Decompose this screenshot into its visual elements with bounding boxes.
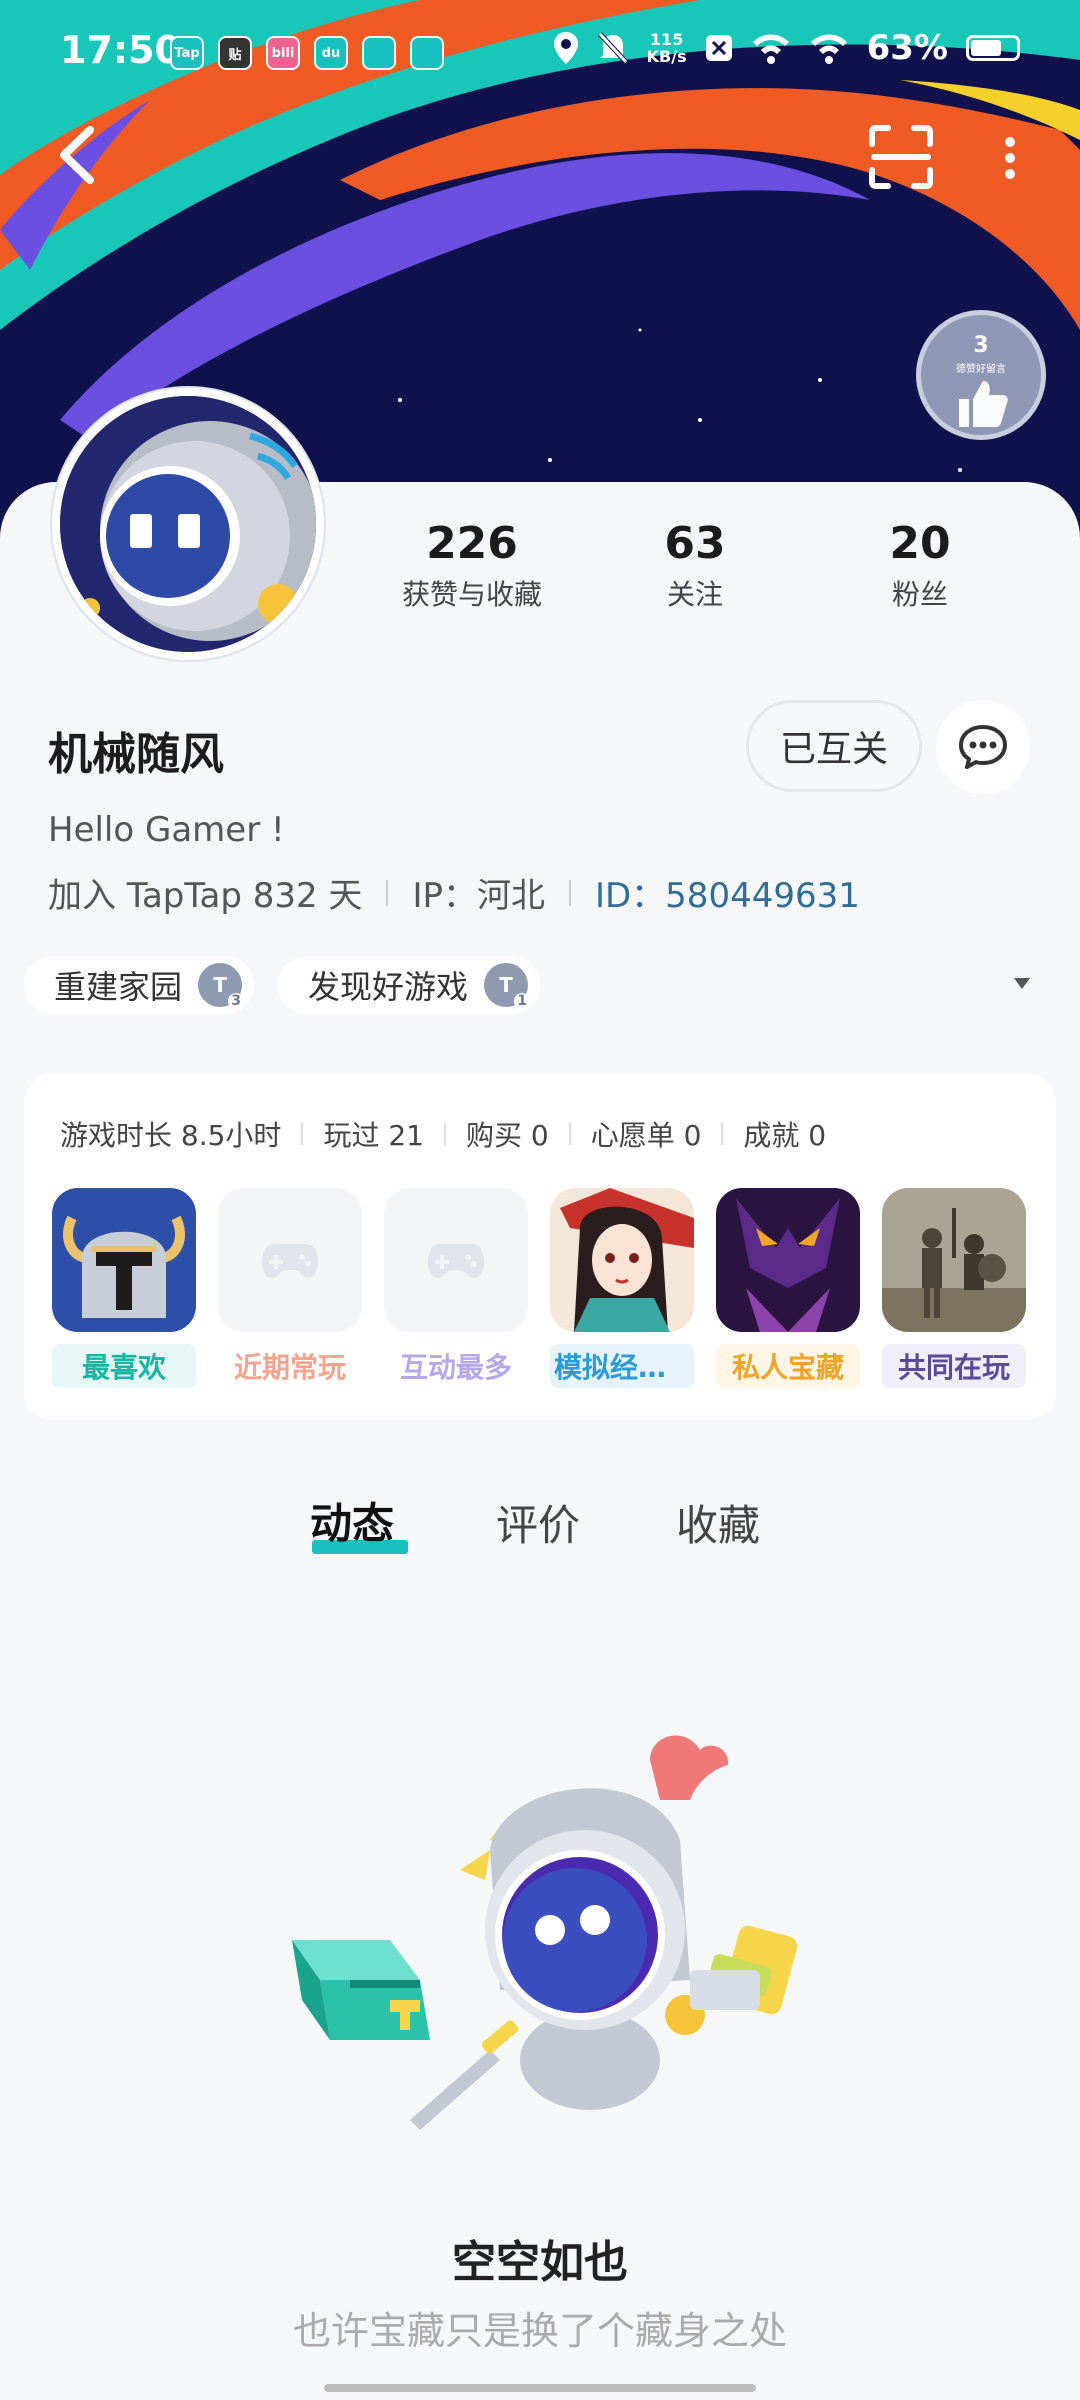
browser-icon bbox=[410, 36, 444, 70]
gamepad-placeholder-icon bbox=[218, 1188, 362, 1332]
wifi-calling-icon bbox=[752, 34, 789, 64]
medal-caption: 德赞好留言 bbox=[956, 364, 1006, 375]
more-options-button[interactable] bbox=[990, 128, 1030, 188]
back-button[interactable] bbox=[48, 120, 108, 190]
wishlist-count[interactable]: 心愿单 0 bbox=[591, 1114, 702, 1154]
username: 机械随风 bbox=[48, 729, 224, 780]
play-time[interactable]: 游戏时长 8.5小时 bbox=[60, 1114, 281, 1154]
status-indicators: 115 KB/s 63% bbox=[553, 28, 1020, 68]
expand-tags-icon[interactable] bbox=[1014, 978, 1030, 989]
purchased-count[interactable]: 购买 0 bbox=[466, 1114, 549, 1154]
knight-helmet-game-icon bbox=[52, 1188, 196, 1332]
location-icon bbox=[553, 32, 578, 64]
achievement-medal[interactable]: 3 德赞好留言 bbox=[916, 310, 1046, 440]
gallery-icon bbox=[362, 36, 396, 70]
status-app-icons: Tap 贴 bili du bbox=[170, 36, 444, 70]
divider bbox=[721, 1123, 724, 1145]
battery-icon bbox=[966, 35, 1020, 61]
chat-bubble-icon bbox=[959, 725, 1007, 769]
avatar-robot-icon bbox=[60, 396, 316, 652]
joined-days: 加入 TapTap 832 天 bbox=[48, 876, 363, 916]
user-id[interactable]: ID：580449631 bbox=[595, 868, 860, 917]
ip-location: IP：河北 bbox=[412, 876, 545, 916]
game-sim-management[interactable]: 模拟经营… bbox=[550, 1188, 694, 1388]
taptap-level-badge-icon: T1 bbox=[484, 963, 531, 1009]
scan-button[interactable] bbox=[866, 122, 936, 192]
status-time: 17:50 bbox=[60, 28, 181, 72]
empty-state-subtitle: 也许宝藏只是换了个藏身之处 bbox=[292, 2309, 787, 2353]
likes-stat[interactable]: 226 获赞与收藏 bbox=[362, 518, 582, 613]
gamepad-placeholder-icon bbox=[384, 1188, 528, 1332]
message-button[interactable] bbox=[936, 700, 1030, 794]
home-indicator[interactable] bbox=[324, 2384, 756, 2392]
badge-tags: 重建家园 T3 发现好游戏 T1 bbox=[24, 956, 541, 1014]
thumbs-up-icon bbox=[959, 381, 1008, 427]
bio-text: Hello Gamer ! bbox=[48, 810, 285, 850]
game-most-interactive[interactable]: 互动最多 bbox=[384, 1188, 528, 1388]
tab-reviews[interactable]: 评价 bbox=[496, 1492, 580, 1553]
achievement-count[interactable]: 成就 0 bbox=[743, 1114, 826, 1154]
bilibili-icon: bili bbox=[266, 36, 300, 70]
medal-level: 3 bbox=[973, 333, 989, 358]
followers-stat[interactable]: 20 粉丝 bbox=[810, 518, 1030, 613]
profile-meta: 加入 TapTap 832 天 IP：河北 ID：580449631 bbox=[48, 868, 860, 917]
more-vertical-icon bbox=[1005, 137, 1015, 179]
mutual-follow-button[interactable]: 已互关 bbox=[746, 700, 922, 792]
game-showcase: 最喜欢 近期常玩 互动最多 模拟经营… 私人宝藏 共同在玩 bbox=[52, 1188, 1026, 1388]
taptap-icon: Tap bbox=[170, 36, 204, 70]
game-private-treasure[interactable]: 私人宝藏 bbox=[716, 1188, 860, 1388]
mute-icon bbox=[597, 32, 628, 64]
divider bbox=[568, 879, 571, 906]
following-stat[interactable]: 63 关注 bbox=[585, 518, 805, 613]
scan-icon bbox=[869, 125, 933, 189]
anime-girl-game-icon bbox=[550, 1188, 694, 1332]
sim-card-icon bbox=[705, 35, 732, 61]
divider bbox=[568, 1123, 571, 1145]
content-tabs: 动态 评价 收藏 bbox=[0, 1490, 1080, 1570]
game-recent[interactable]: 近期常玩 bbox=[218, 1188, 362, 1388]
game-stats-row: 游戏时长 8.5小时 玩过 21 购买 0 心愿单 0 成就 0 bbox=[60, 1114, 826, 1154]
tab-favorites[interactable]: 收藏 bbox=[676, 1492, 760, 1553]
divider bbox=[443, 1123, 446, 1145]
chevron-left-icon bbox=[60, 126, 94, 184]
knight-robot-treasure-icon bbox=[292, 1735, 798, 2130]
tab-activity[interactable]: 动态 bbox=[310, 1490, 394, 1551]
empty-state-title: 空空如也 bbox=[452, 2237, 628, 2288]
games-panel: 游戏时长 8.5小时 玩过 21 购买 0 心愿单 0 成就 0 最喜欢 近期常… bbox=[24, 1074, 1056, 1420]
soldiers-game-icon bbox=[882, 1188, 1026, 1332]
demon-game-icon bbox=[716, 1188, 860, 1332]
tag-rebuild-home[interactable]: 重建家园 T3 bbox=[24, 956, 255, 1014]
game-playing-together[interactable]: 共同在玩 bbox=[882, 1188, 1026, 1388]
tag-discover-games[interactable]: 发现好游戏 T1 bbox=[278, 956, 541, 1014]
avatar[interactable] bbox=[52, 388, 324, 660]
divider bbox=[386, 879, 389, 906]
taptap-level-badge-icon: T3 bbox=[198, 963, 245, 1009]
notification-icon: du bbox=[314, 36, 348, 70]
divider bbox=[301, 1123, 304, 1145]
net-speed: 115 KB/s bbox=[646, 30, 687, 66]
played-count[interactable]: 玩过 21 bbox=[323, 1114, 424, 1154]
tieba-icon: 贴 bbox=[218, 36, 252, 70]
wifi-icon bbox=[810, 34, 847, 64]
game-favorite[interactable]: 最喜欢 bbox=[52, 1188, 196, 1388]
status-bar: 17:50 Tap 贴 bili du 115 KB/s 63% bbox=[0, 0, 1080, 110]
empty-state-illustration bbox=[290, 1730, 820, 2130]
battery-percent: 63% bbox=[866, 28, 948, 68]
